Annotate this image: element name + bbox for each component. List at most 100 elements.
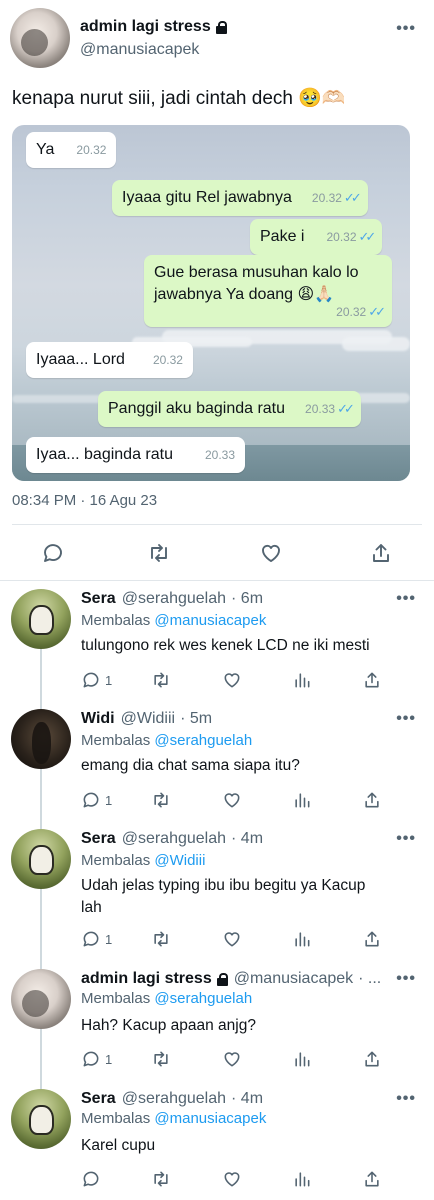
retweet-icon[interactable] bbox=[151, 1049, 171, 1069]
reply-tweet[interactable]: Sera @serahguelah · 4m ••• Membalas @Wid… bbox=[0, 821, 434, 961]
reply-count: 1 bbox=[105, 673, 113, 688]
like-icon[interactable] bbox=[222, 1169, 242, 1189]
analytics-icon[interactable] bbox=[292, 929, 312, 949]
chat-message: Iyaaa... Lord 20.32 bbox=[26, 342, 193, 378]
reply-author-name[interactable]: Sera bbox=[81, 830, 116, 848]
reply-author-handle[interactable]: @serahguelah bbox=[122, 590, 226, 608]
more-icon[interactable]: ••• bbox=[396, 590, 416, 608]
avatar[interactable] bbox=[11, 589, 71, 649]
avatar[interactable] bbox=[11, 709, 71, 769]
double-check-icon: ✓✓ bbox=[368, 304, 386, 319]
lock-icon bbox=[216, 972, 228, 986]
reply-icon[interactable] bbox=[81, 1169, 101, 1189]
analytics-icon[interactable] bbox=[292, 670, 312, 690]
reply-author-name[interactable]: Widi bbox=[81, 710, 115, 728]
reply-author-name[interactable]: Sera bbox=[81, 1090, 116, 1108]
reply-author-name[interactable]: Sera bbox=[81, 590, 116, 608]
mention-link[interactable]: @manusiacapek bbox=[154, 1110, 266, 1127]
more-icon[interactable]: ••• bbox=[392, 970, 416, 988]
like-icon[interactable] bbox=[222, 790, 242, 810]
analytics-icon[interactable] bbox=[292, 1049, 312, 1069]
analytics-icon[interactable] bbox=[292, 790, 312, 810]
author-handle[interactable]: @manusiacapek bbox=[80, 41, 199, 59]
reply-tweet[interactable]: Widi @Widiii · 5m ••• Membalas @serahgue… bbox=[0, 701, 434, 821]
avatar[interactable] bbox=[11, 829, 71, 889]
retweet-icon[interactable] bbox=[151, 670, 171, 690]
author-name[interactable]: admin lagi stress bbox=[80, 18, 211, 36]
share-icon[interactable] bbox=[362, 1049, 382, 1069]
replying-to: Membalas @serahguelah bbox=[81, 990, 253, 1007]
more-icon[interactable]: ••• bbox=[396, 1090, 416, 1108]
replying-to: Membalas @manusiacapek bbox=[81, 612, 267, 629]
replying-to: Membalas @Widiii bbox=[81, 852, 206, 869]
reply-author-handle[interactable]: @manusiacapek bbox=[234, 970, 353, 988]
reply-tweet[interactable]: Sera @serahguelah · 6m ••• Membalas @man… bbox=[0, 581, 434, 701]
reply-icon[interactable] bbox=[81, 929, 101, 949]
double-check-icon: ✓✓ bbox=[343, 190, 362, 205]
share-icon[interactable] bbox=[369, 541, 393, 565]
avatar[interactable] bbox=[11, 1089, 71, 1149]
chat-message: Panggil aku baginda ratu 20.33 ✓✓ bbox=[98, 391, 361, 427]
retweet-icon[interactable] bbox=[151, 1169, 171, 1189]
thread-line bbox=[40, 961, 42, 969]
reply-author-handle[interactable]: @serahguelah bbox=[122, 830, 226, 848]
avatar[interactable] bbox=[11, 969, 71, 1029]
tweet-timestamp[interactable]: 08:34 PM · 16 Agu 23 bbox=[12, 492, 157, 509]
reply-count: 1 bbox=[105, 1052, 113, 1067]
tweet-text: kenapa nurut siii, jadi cintah dech 🥹🫶🏻 bbox=[12, 88, 346, 109]
reply-icon[interactable] bbox=[81, 670, 101, 690]
reply-text: emang dia chat sama siapa itu? bbox=[81, 757, 300, 774]
reply-time[interactable]: · 6m bbox=[231, 590, 263, 608]
attached-image[interactable]: Ya 20.32 Iyaaa gitu Rel jawabnya 20.32 ✓✓ P… bbox=[12, 125, 410, 481]
thread-line bbox=[40, 765, 42, 821]
like-icon[interactable] bbox=[222, 929, 242, 949]
retweet-icon[interactable] bbox=[151, 929, 171, 949]
mention-link[interactable]: @Widiii bbox=[154, 852, 205, 869]
reply-tweet[interactable]: Sera @serahguelah · 4m ••• Membalas @man… bbox=[0, 1081, 434, 1200]
reply-text: tulungono rek wes kenek LCD ne iki mesti bbox=[81, 637, 370, 654]
reply-icon[interactable] bbox=[81, 1049, 101, 1069]
lock-icon bbox=[215, 20, 227, 34]
reply-time[interactable]: · 4m bbox=[231, 1090, 263, 1108]
reply-text: Udah jelas typing ibu ibu begitu ya Kacu… bbox=[81, 877, 366, 916]
replying-to: Membalas @serahguelah bbox=[81, 732, 253, 749]
reply-time[interactable]: · 5m bbox=[180, 710, 212, 728]
reply-author-handle[interactable]: @Widiii bbox=[121, 710, 175, 728]
reply-author-handle[interactable]: @serahguelah bbox=[122, 1090, 226, 1108]
reply-count: 1 bbox=[105, 932, 113, 947]
reply-tweet[interactable]: admin lagi stress @manusiacapek · ... ••… bbox=[0, 961, 434, 1081]
more-icon[interactable]: ••• bbox=[396, 710, 416, 728]
share-icon[interactable] bbox=[362, 670, 382, 690]
chat-message: Iyaa... baginda ratu 20.33 bbox=[26, 437, 246, 473]
chat-message: Pake i 20.32 ✓✓ bbox=[250, 219, 383, 255]
double-check-icon: ✓✓ bbox=[337, 401, 355, 416]
like-icon[interactable] bbox=[259, 541, 283, 565]
reply-time[interactable]: · ... bbox=[358, 970, 381, 988]
reply-author-name[interactable]: admin lagi stress bbox=[81, 970, 212, 988]
tweet-header: admin lagi stress @manusiacapek ••• bbox=[10, 8, 420, 72]
divider bbox=[12, 524, 422, 525]
analytics-icon[interactable] bbox=[292, 1169, 312, 1189]
reply-time[interactable]: · 4m bbox=[231, 830, 263, 848]
thread-line bbox=[40, 701, 42, 709]
share-icon[interactable] bbox=[362, 1169, 382, 1189]
chat-message: Ya 20.32 bbox=[26, 132, 117, 168]
mention-link[interactable]: @serahguelah bbox=[154, 990, 252, 1007]
like-icon[interactable] bbox=[222, 1049, 242, 1069]
avatar[interactable] bbox=[10, 8, 70, 68]
share-icon[interactable] bbox=[362, 929, 382, 949]
mention-link[interactable]: @serahguelah bbox=[154, 732, 252, 749]
thread-line bbox=[40, 1081, 42, 1089]
mention-link[interactable]: @manusiacapek bbox=[154, 612, 266, 629]
thread-line bbox=[40, 645, 42, 701]
retweet-icon[interactable] bbox=[151, 790, 171, 810]
reply-icon[interactable] bbox=[41, 541, 65, 565]
reply-text: Hah? Kacup apaan anjg? bbox=[81, 1017, 256, 1034]
more-icon[interactable]: ••• bbox=[396, 20, 416, 38]
share-icon[interactable] bbox=[362, 790, 382, 810]
retweet-icon[interactable] bbox=[147, 541, 171, 565]
reply-icon[interactable] bbox=[81, 790, 101, 810]
thread-line bbox=[40, 1025, 42, 1081]
like-icon[interactable] bbox=[222, 670, 242, 690]
more-icon[interactable]: ••• bbox=[396, 830, 416, 848]
